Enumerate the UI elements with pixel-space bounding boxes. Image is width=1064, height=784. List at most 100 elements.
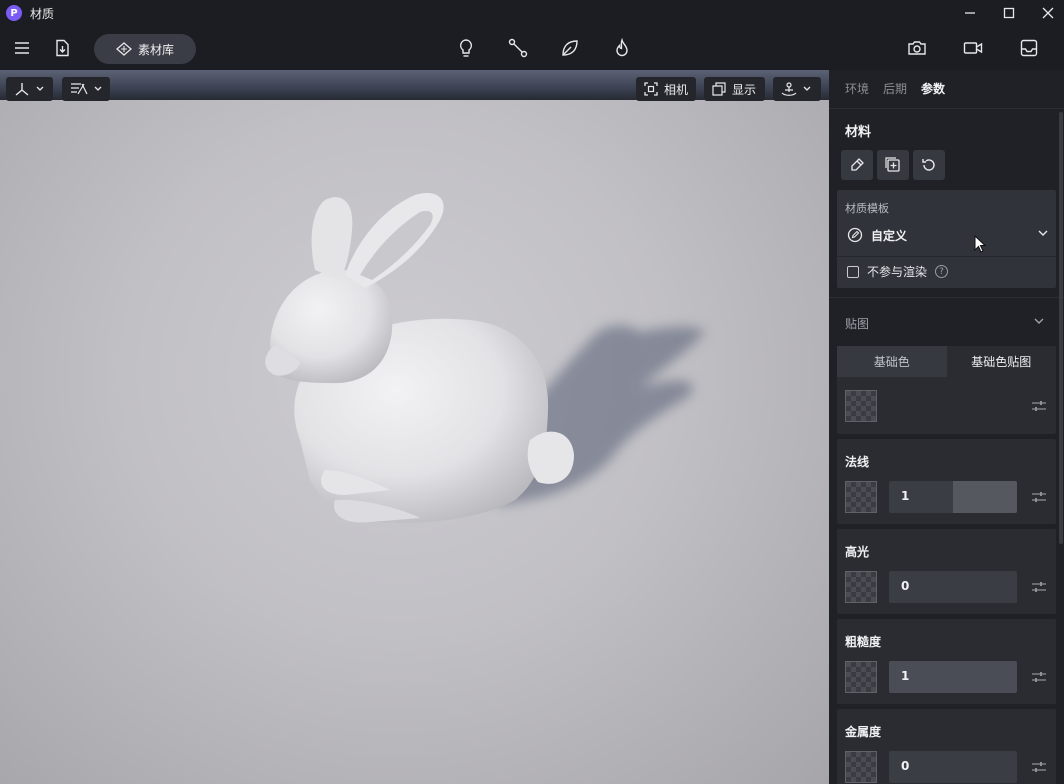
metalness-input[interactable]: 0 — [889, 751, 1017, 783]
import-button[interactable] — [50, 36, 74, 60]
display-options-label: 显示 — [732, 82, 757, 97]
title-bar: P 材质 — [0, 0, 1064, 26]
metalness-texture-slot[interactable] — [845, 751, 877, 783]
video-camera-icon — [963, 42, 983, 54]
tab-base-color[interactable]: 基础色 — [837, 346, 947, 377]
brush-icon — [851, 158, 864, 171]
app-logo-letter: P — [10, 7, 18, 19]
reset-button[interactable] — [913, 150, 945, 180]
custom-edit-icon — [847, 227, 863, 243]
library-icon — [115, 42, 132, 56]
light-button[interactable] — [454, 36, 478, 60]
transform-axis-button[interactable] — [6, 77, 53, 101]
adjust-sliders-icon[interactable] — [1032, 491, 1046, 503]
divider — [829, 297, 1064, 298]
close-icon — [1042, 7, 1054, 19]
exclude-render-row: 不参与渲染 ? — [847, 263, 949, 280]
orbit-person-icon — [781, 82, 797, 96]
view-orientation-button[interactable] — [773, 77, 821, 101]
maximize-button[interactable] — [989, 0, 1029, 26]
metalness-label: 金属度 — [845, 725, 882, 739]
chevron-down-icon[interactable] — [1034, 318, 1044, 325]
render-mode-button[interactable] — [62, 77, 110, 101]
camera-view-button[interactable]: 相机 — [636, 77, 696, 101]
add-material-button[interactable] — [877, 150, 909, 180]
tab-post-processing[interactable]: 后期 — [883, 80, 907, 97]
maps-section-title: 贴图 — [845, 317, 870, 331]
divider — [837, 256, 1056, 257]
roughness-texture-slot[interactable] — [845, 661, 877, 693]
reset-icon — [922, 159, 935, 171]
path-button[interactable] — [506, 36, 530, 60]
base-color-tabs: 基础色 基础色贴图 — [837, 346, 1056, 377]
panel-scrollbar[interactable] — [1059, 112, 1063, 544]
base-color-texture-slot[interactable] — [845, 390, 877, 422]
help-icon[interactable]: ? — [935, 265, 949, 278]
screenshot-button[interactable] — [905, 36, 929, 60]
base-color-card: 基础色 基础色贴图 — [837, 346, 1056, 434]
panel-tabs: 环境 后期 参数 — [845, 80, 945, 97]
menu-button[interactable] — [10, 36, 34, 60]
3d-viewport[interactable]: 相机 显示 — [0, 70, 829, 784]
material-template-select[interactable]: 自定义 — [837, 218, 1056, 252]
main-toolbar: 素材库 — [0, 26, 1064, 70]
axis-gizmo-icon — [15, 83, 29, 96]
roughness-label: 粗糙度 — [845, 635, 882, 649]
adjust-sliders-icon[interactable] — [1032, 671, 1046, 683]
tab-parameters[interactable]: 参数 — [921, 80, 945, 97]
help-glyph: ? — [939, 266, 944, 277]
add-layer-icon — [885, 157, 900, 172]
mouse-cursor-icon — [974, 235, 986, 253]
exclude-render-checkbox[interactable] — [847, 265, 859, 278]
adjust-sliders-icon[interactable] — [1032, 761, 1046, 773]
specular-input[interactable]: 0 — [889, 571, 1017, 603]
adjust-sliders-icon[interactable] — [1032, 400, 1046, 412]
tab-environment[interactable]: 环境 — [845, 80, 869, 97]
library-label: 素材库 — [137, 42, 174, 57]
camera-view-label: 相机 — [664, 82, 689, 97]
lightbulb-icon — [459, 39, 473, 57]
library-button[interactable]: 素材库 — [94, 34, 196, 64]
app-logo-icon: P — [6, 5, 22, 21]
brush-button[interactable] — [841, 150, 873, 180]
normal-texture-slot[interactable] — [845, 481, 877, 513]
shading-mode-icon — [71, 83, 88, 95]
material-template-label: 材质模板 — [845, 202, 889, 215]
minimize-button[interactable] — [950, 0, 990, 26]
chevron-down-icon — [1038, 230, 1048, 236]
roughness-input[interactable]: 1 — [889, 661, 1017, 693]
material-section-title: 材料 — [845, 125, 872, 140]
roughness-card: 粗糙度 1 — [837, 619, 1056, 704]
chevron-down-icon — [36, 86, 44, 91]
camera-icon — [908, 41, 926, 55]
adjust-sliders-icon[interactable] — [1032, 581, 1046, 593]
maximize-icon — [1003, 7, 1015, 19]
leaf-icon — [562, 40, 578, 56]
specular-texture-slot[interactable] — [845, 571, 877, 603]
vegetation-button[interactable] — [558, 36, 582, 60]
normal-card: 法线 1 — [837, 439, 1056, 524]
effects-button[interactable] — [610, 36, 634, 60]
cube-display-icon — [712, 82, 726, 96]
exclude-render-label: 不参与渲染 — [867, 265, 928, 279]
specular-card: 高光 0 — [837, 529, 1056, 614]
normal-input[interactable]: 1 — [889, 481, 1017, 513]
normal-slider-track — [953, 481, 1017, 513]
chevron-down-icon — [803, 86, 811, 91]
normal-value: 1 — [901, 489, 910, 503]
normal-label: 法线 — [845, 455, 870, 469]
tab-base-color-map[interactable]: 基础色贴图 — [946, 346, 1056, 377]
material-template-box: 材质模板 自定义 不参与渲染 ? — [837, 190, 1056, 288]
chevron-down-icon — [94, 86, 102, 91]
flame-icon — [616, 38, 628, 57]
panel-toggle-button[interactable] — [1017, 36, 1041, 60]
path-nodes-icon — [508, 38, 528, 58]
specular-label: 高光 — [845, 545, 870, 559]
display-options-button[interactable]: 显示 — [704, 77, 765, 101]
roughness-value: 1 — [901, 669, 910, 683]
file-import-icon — [56, 39, 69, 57]
record-video-button[interactable] — [961, 36, 985, 60]
minimize-icon — [965, 12, 975, 14]
close-button[interactable] — [1028, 0, 1064, 26]
bunny-scene — [265, 192, 705, 523]
